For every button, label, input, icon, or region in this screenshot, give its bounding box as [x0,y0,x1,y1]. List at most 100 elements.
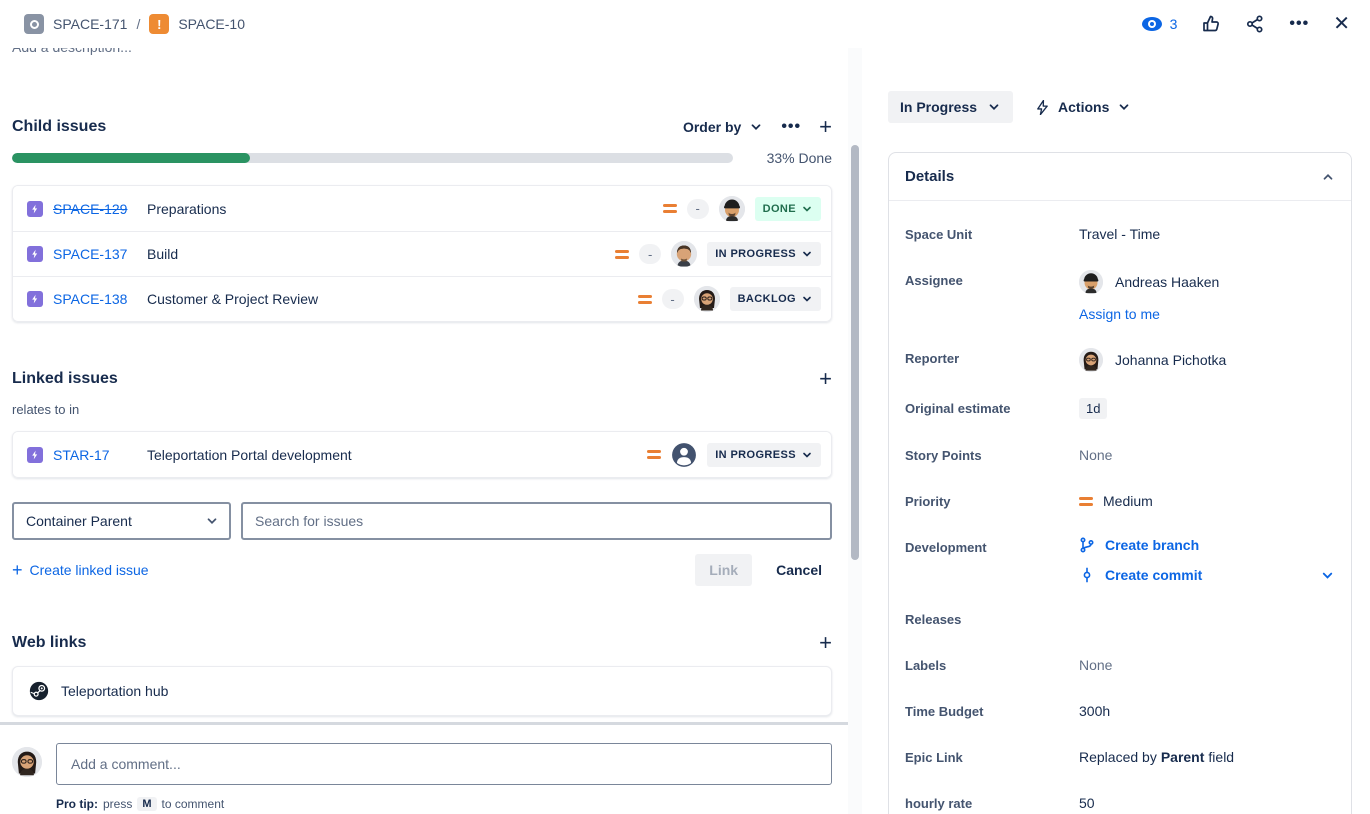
link-type-select[interactable]: Container Parent [12,502,231,540]
story-points-value[interactable]: None [1079,445,1335,465]
scrollbar-thumb[interactable] [851,145,859,560]
assignee-value[interactable]: Andreas Haaken [1079,270,1219,294]
field-reporter: Reporter Johanna Pichotka [905,335,1335,385]
link-button[interactable]: Link [695,554,752,586]
ellipsis-icon: ••• [781,118,801,136]
field-labels: Labels None [905,642,1335,688]
details-panel-header[interactable]: Details [889,153,1351,201]
child-issue-row[interactable]: SPACE-138 Customer & Project Review - BA… [13,276,831,321]
child-issues-list: SPACE-129 Preparations - DONE [12,185,832,322]
breadcrumb-current-link[interactable]: SPACE-10 [178,16,245,32]
estimate-badge[interactable]: - [687,199,709,219]
plus-icon: + [819,114,832,139]
issue-key-link[interactable]: SPACE-137 [53,246,141,262]
issue-summary[interactable]: Build [147,246,615,262]
progress-fill [12,153,250,163]
watchers-button[interactable]: 3 [1141,16,1178,32]
chevron-up-icon [1321,170,1335,184]
web-link-label[interactable]: Teleportation hub [61,683,168,699]
assignee-avatar[interactable] [671,241,697,267]
assignee-avatar[interactable] [719,196,745,222]
comment-input[interactable] [56,743,832,785]
issue-view-modal: SPACE-171 / ! SPACE-10 3 [0,0,1370,814]
priority-medium-icon [1079,497,1093,506]
ellipsis-icon: ••• [1289,15,1309,33]
close-button[interactable]: ✕ [1333,14,1350,34]
add-linked-issue-button[interactable]: + [819,368,832,390]
issue-type-bolt-icon [27,201,43,217]
labels-value[interactable]: None [1079,655,1335,675]
field-time-budget: Time Budget 300h [905,688,1335,734]
issue-key-link[interactable]: SPACE-138 [53,291,141,307]
original-estimate-value[interactable]: 1d [1079,398,1107,419]
issue-summary[interactable]: Teleportation Portal development [147,447,647,463]
plus-icon: + [819,630,832,655]
unassigned-avatar-icon[interactable] [671,442,697,468]
status-dropdown[interactable]: DONE [755,197,821,221]
development-expand-button[interactable] [1320,568,1335,583]
assign-to-me-link[interactable]: Assign to me [1079,306,1219,322]
child-issue-row[interactable]: SPACE-129 Preparations - DONE [13,186,831,231]
issue-summary[interactable]: Preparations [147,201,663,217]
actions-button[interactable]: Actions [1035,91,1131,123]
cancel-button[interactable]: Cancel [766,554,832,586]
issue-key-link[interactable]: STAR-17 [53,447,141,463]
releases-value[interactable] [1079,609,1335,629]
order-by-button[interactable]: Order by [683,119,763,135]
assignee-avatar[interactable] [694,286,720,312]
priority-value[interactable]: Medium [1079,491,1335,511]
priority-medium-icon [615,250,629,259]
add-child-issue-button[interactable]: + [819,116,832,138]
status-transition-button[interactable]: In Progress [888,91,1013,123]
web-links-header: Web links + [12,632,832,654]
issue-summary[interactable]: Customer & Project Review [147,291,638,307]
create-commit-link[interactable]: Create commit [1105,567,1202,583]
like-button[interactable] [1201,14,1221,34]
priority-medium-icon [663,204,677,213]
epic-link-value: Replaced by Parent field [1079,747,1335,767]
reporter-avatar [1079,348,1103,372]
add-web-link-button[interactable]: + [819,632,832,654]
create-branch-link[interactable]: Create branch [1105,537,1199,553]
progress-label: 33% Done [747,150,832,166]
web-link-row[interactable]: Teleportation hub [13,667,831,715]
child-issues-title: Child issues [12,118,106,136]
create-linked-issue-button[interactable]: + Create linked issue [12,560,149,581]
status-dropdown[interactable]: BACKLOG [730,287,821,311]
child-issue-row[interactable]: SPACE-137 Build - IN PROGRESS [13,231,831,276]
estimate-badge[interactable]: - [662,289,684,309]
issue-type-bolt-icon [27,447,43,463]
close-icon: ✕ [1333,14,1350,34]
time-budget-value[interactable]: 300h [1079,701,1335,721]
issue-sidebar: In Progress Actions Details Space Unit T… [865,48,1370,814]
description-placeholder-clipped[interactable]: Add a description... [12,48,832,60]
hourly-rate-value[interactable]: 50 [1079,793,1335,813]
status-dropdown[interactable]: IN PROGRESS [707,443,821,467]
estimate-badge[interactable]: - [639,244,661,264]
linked-issue-row[interactable]: STAR-17 Teleportation Portal development… [13,432,831,477]
issue-key-link[interactable]: SPACE-129 [53,201,141,217]
keyboard-shortcut-badge: M [137,797,156,811]
more-actions-button[interactable]: ••• [1289,15,1309,33]
left-pane-scrollbar [848,48,862,814]
issue-main-column: Add a description... Child issues Order … [0,48,848,814]
breadcrumb: SPACE-171 / ! SPACE-10 [24,14,245,34]
modal-header: SPACE-171 / ! SPACE-10 3 [0,0,1370,48]
share-button[interactable] [1245,14,1265,34]
issue-type-bolt-icon [27,246,43,262]
breadcrumb-parent-link[interactable]: SPACE-171 [53,16,127,32]
sidebar-actions: In Progress Actions [888,91,1352,123]
chevron-down-icon [801,293,813,305]
issue-search-input[interactable] [241,502,832,540]
priority-medium-icon [647,450,661,459]
field-original-estimate: Original estimate 1d [905,385,1335,432]
plus-icon: + [819,366,832,391]
chevron-down-icon [801,449,813,461]
plus-icon: + [12,560,23,581]
space-unit-value[interactable]: Travel - Time [1079,224,1335,244]
watchers-count: 3 [1170,16,1178,32]
reporter-value[interactable]: Johanna Pichotka [1079,348,1226,372]
status-dropdown[interactable]: IN PROGRESS [707,242,821,266]
child-issues-more-button[interactable]: ••• [781,118,801,136]
share-icon [1245,14,1265,34]
